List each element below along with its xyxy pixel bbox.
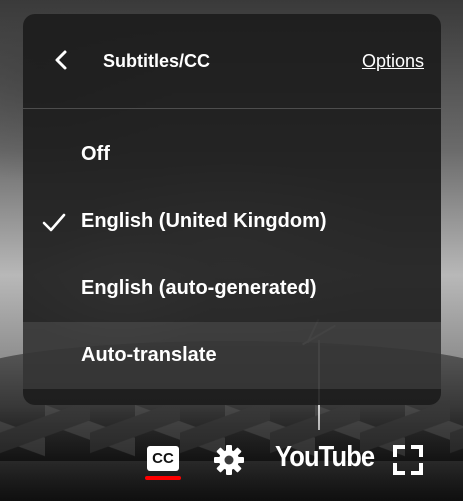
- menu-item-auto-translate[interactable]: Auto-translate: [23, 322, 441, 389]
- chevron-left-icon: [55, 50, 67, 70]
- gear-icon: [214, 445, 244, 475]
- check-icon: [42, 213, 66, 231]
- subtitle-options-list: Off English (United Kingdom) English (au…: [23, 121, 441, 389]
- fullscreen-button[interactable]: [392, 444, 424, 476]
- cc-icon: CC: [147, 446, 179, 471]
- options-link[interactable]: Options: [362, 51, 424, 72]
- menu-item-off[interactable]: Off: [23, 121, 441, 188]
- subtitles-menu-panel: Subtitles/CC Options Off English (United…: [23, 14, 441, 405]
- menu-header: Subtitles/CC Options: [23, 14, 441, 109]
- menu-item-label: Auto-translate: [81, 344, 217, 366]
- fullscreen-icon: [393, 445, 423, 475]
- subtitles-cc-button[interactable]: CC: [145, 444, 181, 480]
- settings-button[interactable]: [212, 443, 246, 477]
- menu-item-english-auto-generated[interactable]: English (auto-generated): [23, 255, 441, 322]
- cc-active-indicator: [145, 476, 181, 480]
- cc-icon-label: CC: [152, 450, 174, 467]
- youtube-logo[interactable]: YouTube: [275, 441, 375, 479]
- menu-item-label: English (auto-generated): [81, 277, 317, 299]
- back-button[interactable]: [45, 44, 77, 76]
- menu-title: Subtitles/CC: [103, 51, 211, 71]
- menu-item-label: English (United Kingdom): [81, 210, 327, 232]
- menu-item-english-uk[interactable]: English (United Kingdom): [23, 188, 441, 255]
- menu-item-label: Off: [81, 143, 110, 165]
